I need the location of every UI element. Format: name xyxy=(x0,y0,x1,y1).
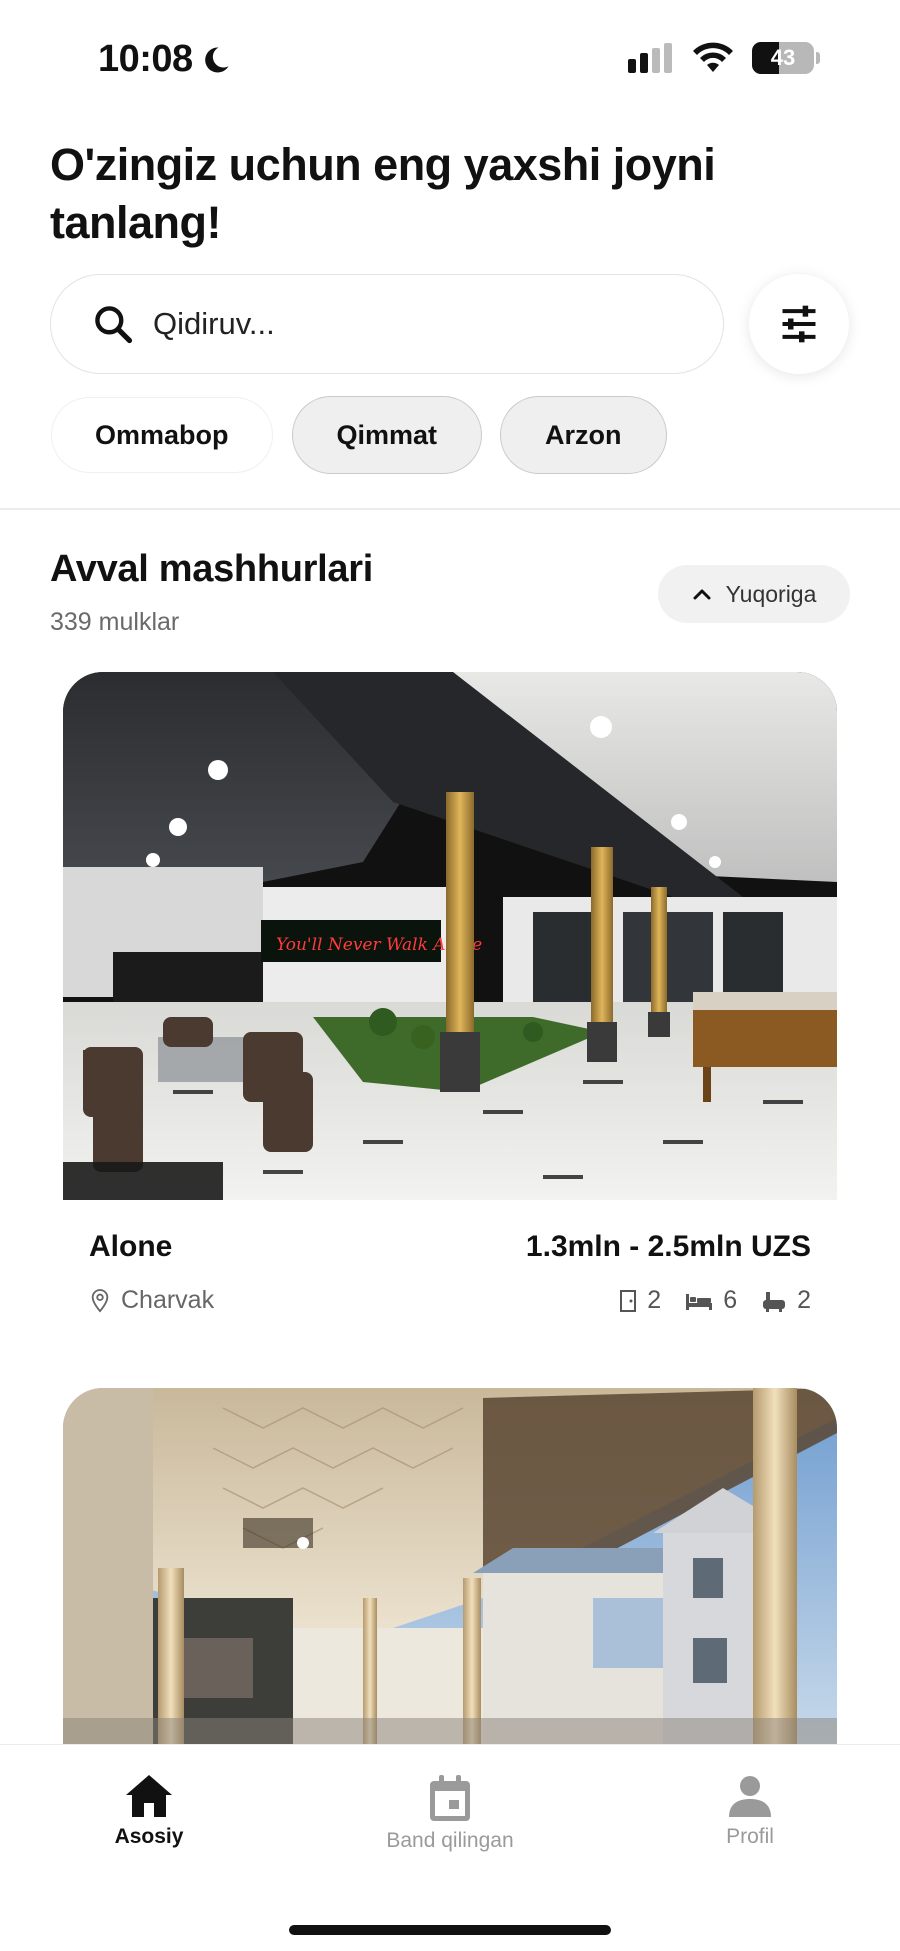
battery-cap xyxy=(816,52,820,64)
page-title: O'zingiz uchun eng yaxshi joyni tanlang! xyxy=(50,139,716,248)
divider xyxy=(0,508,900,510)
scroll-up-button[interactable]: Yuqoriga xyxy=(658,565,850,623)
clock-text: 10:08 xyxy=(98,38,193,80)
listing-photo[interactable] xyxy=(63,1388,837,1744)
filter-chips: Ommabop Qimmat Arzon xyxy=(50,396,667,476)
listing-count: 339 mulklar xyxy=(50,608,180,636)
listing-location: Charvak xyxy=(89,1286,214,1315)
status-indicators: 43 xyxy=(628,42,820,74)
scroll-up-label: Yuqoriga xyxy=(725,580,817,607)
beds-stat: 6 xyxy=(685,1286,737,1315)
moon-icon xyxy=(204,46,229,72)
location-pin-icon xyxy=(91,1288,109,1312)
baths-stat: 2 xyxy=(761,1286,811,1315)
status-time: 10:08 xyxy=(98,38,231,81)
sliders-icon xyxy=(782,305,816,343)
listing-stats: 2 6 2 xyxy=(605,1286,811,1315)
chip-label: Qimmat xyxy=(336,419,438,450)
bathtub-icon xyxy=(763,1291,786,1312)
listing-photo[interactable]: You'll Never Walk Alone xyxy=(63,672,837,1200)
status-bar: 10:08 43 xyxy=(0,0,900,120)
tab-label: Asosiy xyxy=(114,1825,184,1848)
door-icon xyxy=(620,1289,637,1312)
bed-icon xyxy=(686,1293,713,1310)
tab-label: Band qilingan xyxy=(386,1829,514,1852)
filter-button[interactable] xyxy=(749,274,849,374)
search-icon xyxy=(95,306,133,344)
terrace-photo xyxy=(63,1388,837,1744)
tab-profile[interactable]: Profil xyxy=(630,1773,870,1849)
search-bar[interactable] xyxy=(50,274,724,374)
chevron-up-icon xyxy=(693,589,711,600)
tab-bookings[interactable]: Band qilingan xyxy=(330,1773,570,1853)
cellular-signal-icon xyxy=(628,43,672,73)
rooms-count: 2 xyxy=(647,1286,662,1314)
listing-card[interactable] xyxy=(63,1388,837,1744)
location-text: Charvak xyxy=(121,1286,215,1314)
chip-label: Arzon xyxy=(545,419,622,450)
listing-card[interactable]: You'll Never Walk Alone Alone 1.3mln - 2… xyxy=(63,672,837,1350)
search-input[interactable] xyxy=(153,306,673,342)
tab-label: Profil xyxy=(726,1825,774,1848)
battery-indicator: 43 xyxy=(752,42,814,74)
beds-count: 6 xyxy=(723,1286,738,1314)
chip-qimmat[interactable]: Qimmat xyxy=(291,396,483,474)
home-indicator[interactable] xyxy=(289,1925,611,1935)
courtyard-photo: You'll Never Walk Alone xyxy=(63,672,837,1200)
wifi-icon xyxy=(693,42,733,72)
listing-price: 1.3mln - 2.5mln UZS xyxy=(525,1230,811,1263)
chip-label: Ommabop xyxy=(95,419,229,450)
chip-arzon[interactable]: Arzon xyxy=(500,396,667,474)
listing-name: Alone xyxy=(89,1230,173,1263)
home-icon xyxy=(126,1775,172,1817)
calendar-icon xyxy=(430,1775,470,1821)
tab-home[interactable]: Asosiy xyxy=(29,1773,269,1849)
chip-ommabop[interactable]: Ommabop xyxy=(50,396,274,474)
bottom-tab-bar: Asosiy Band qilingan Profil xyxy=(0,1744,900,1951)
baths-count: 2 xyxy=(797,1286,811,1314)
section-title: Avval mashhurlari xyxy=(50,548,373,590)
person-icon xyxy=(729,1776,771,1817)
battery-level: 43 xyxy=(770,45,796,70)
listing-info: Alone 1.3mln - 2.5mln UZS Charvak 2 6 2 xyxy=(63,1200,837,1350)
rooms-stat: 2 xyxy=(619,1286,661,1315)
